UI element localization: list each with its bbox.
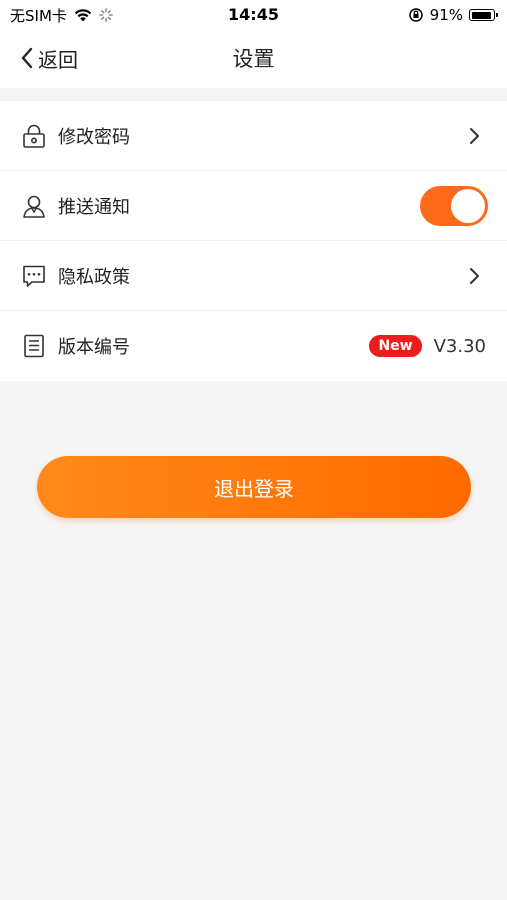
chevron-right-icon <box>470 267 479 284</box>
setting-change-password[interactable]: 修改密码 <box>0 101 507 171</box>
document-icon <box>24 334 44 358</box>
nav-bar: 返回 设置 <box>0 30 507 88</box>
logout-button[interactable]: 退出登录 <box>37 456 471 518</box>
setting-label: 版本编号 <box>58 337 130 358</box>
orientation-lock-icon <box>408 8 423 22</box>
chevron-right-icon <box>470 127 479 144</box>
setting-privacy-policy[interactable]: 隐私政策 <box>0 241 507 311</box>
battery-percent: 91% <box>429 6 463 24</box>
settings-screen: 无SIM卡 14:45 91% 返回 设置 修改密码 推送通知 隐私政策 版本编… <box>0 0 507 900</box>
logout-label: 退出登录 <box>214 476 294 501</box>
setting-label: 推送通知 <box>58 196 130 218</box>
setting-label: 修改密码 <box>58 126 130 148</box>
settings-list: 修改密码 推送通知 隐私政策 版本编号 New V3.30 <box>0 101 507 381</box>
battery-icon <box>469 9 498 21</box>
push-notification-toggle[interactable] <box>420 185 488 226</box>
setting-label: 隐私政策 <box>58 266 130 288</box>
status-bar: 无SIM卡 14:45 91% <box>0 0 507 30</box>
version-number: V3.30 <box>433 335 486 357</box>
chat-bubble-icon <box>23 265 45 287</box>
new-badge: New <box>369 335 422 357</box>
setting-push-notification: 推送通知 <box>0 171 507 241</box>
toggle-knob <box>451 188 485 223</box>
battery-level <box>471 11 491 19</box>
user-icon <box>23 195 45 218</box>
page-title: 设置 <box>232 47 275 71</box>
status-right: 91% <box>408 5 498 25</box>
version-info: New V3.30 <box>369 335 486 357</box>
lock-icon <box>23 124 45 148</box>
setting-version: 版本编号 New V3.30 <box>0 311 507 381</box>
